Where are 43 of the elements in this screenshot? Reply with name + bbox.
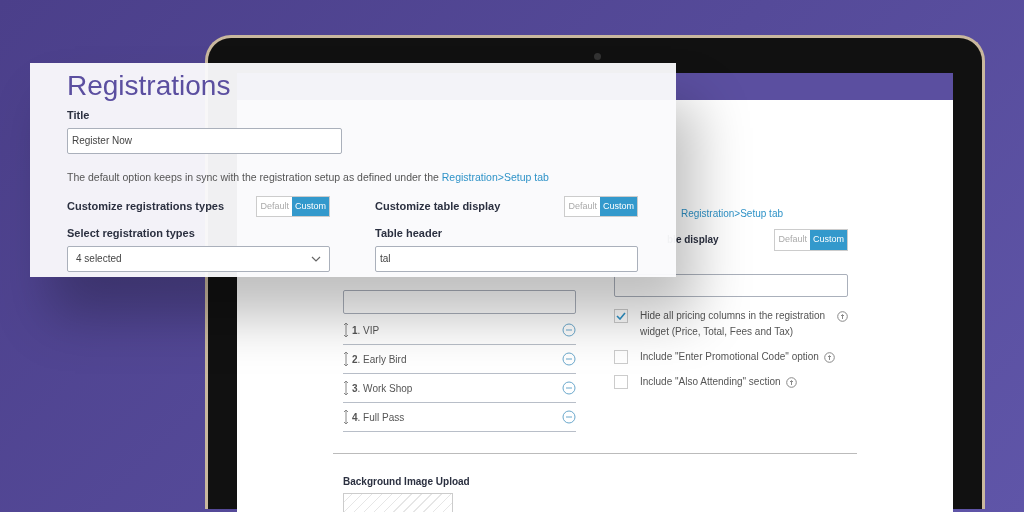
- help-text: The default option keeps in sync with the registration setup as defined under the Registration>Setup tab: [67, 169, 549, 185]
- checkbox-label: Include "Also Attending" section: [640, 374, 781, 389]
- checkbox[interactable]: [614, 374, 628, 389]
- checkbox-label: Hide all pricing columns in the registration widget (Price, Total, Fees and Tax): [640, 308, 827, 339]
- remove-icon[interactable]: [562, 323, 576, 337]
- drag-icon[interactable]: [343, 380, 349, 396]
- help-icon[interactable]: [823, 351, 835, 363]
- custom-option[interactable]: Custom: [600, 196, 637, 216]
- list-item-label: 2. Early Bird: [352, 352, 407, 367]
- remove-icon[interactable]: [562, 352, 576, 366]
- list-item-label: 1. VIP: [352, 323, 380, 338]
- checkbox[interactable]: [614, 308, 628, 323]
- setup-link[interactable]: Registration>Setup tab: [681, 206, 783, 221]
- field-label: Table header: [375, 226, 444, 241]
- checkbox-label: Include "Enter Promotional Code" option: [640, 349, 819, 364]
- custom-option[interactable]: Custom: [810, 230, 847, 250]
- default-option[interactable]: Default: [565, 196, 600, 216]
- checkbox[interactable]: [614, 349, 628, 364]
- default-option[interactable]: Default: [257, 196, 292, 216]
- field-label: Select registration types: [67, 226, 196, 241]
- drag-icon[interactable]: [343, 351, 349, 367]
- remove-icon[interactable]: [562, 381, 576, 395]
- drag-icon[interactable]: [343, 409, 349, 425]
- list-item-label: 4. Full Pass: [352, 410, 405, 425]
- camera-icon: [594, 53, 601, 60]
- setup-link[interactable]: Registration>Setup tab: [441, 170, 549, 183]
- remove-icon[interactable]: [562, 410, 576, 424]
- select-field[interactable]: 4 selected: [67, 245, 330, 272]
- toggle-label: Customize table display: [375, 199, 501, 214]
- chevron-down-icon: [311, 255, 321, 262]
- title-field[interactable]: Register Now: [67, 127, 342, 154]
- select-field[interactable]: [343, 290, 576, 314]
- table-header-field[interactable]: [614, 273, 848, 297]
- section-label: Background Image Upload: [343, 475, 471, 489]
- toggle-label: Customize registrations types: [67, 199, 225, 214]
- help-icon[interactable]: [785, 376, 797, 388]
- help-icon[interactable]: [837, 310, 848, 322]
- custom-option[interactable]: Custom: [292, 196, 329, 216]
- panel-heading: Registrations: [67, 69, 232, 103]
- list-item-label: 3. Work Shop: [352, 381, 413, 396]
- table-header-field[interactable]: tal: [375, 245, 638, 272]
- field-label: Title: [67, 108, 91, 123]
- drag-icon[interactable]: [343, 322, 349, 338]
